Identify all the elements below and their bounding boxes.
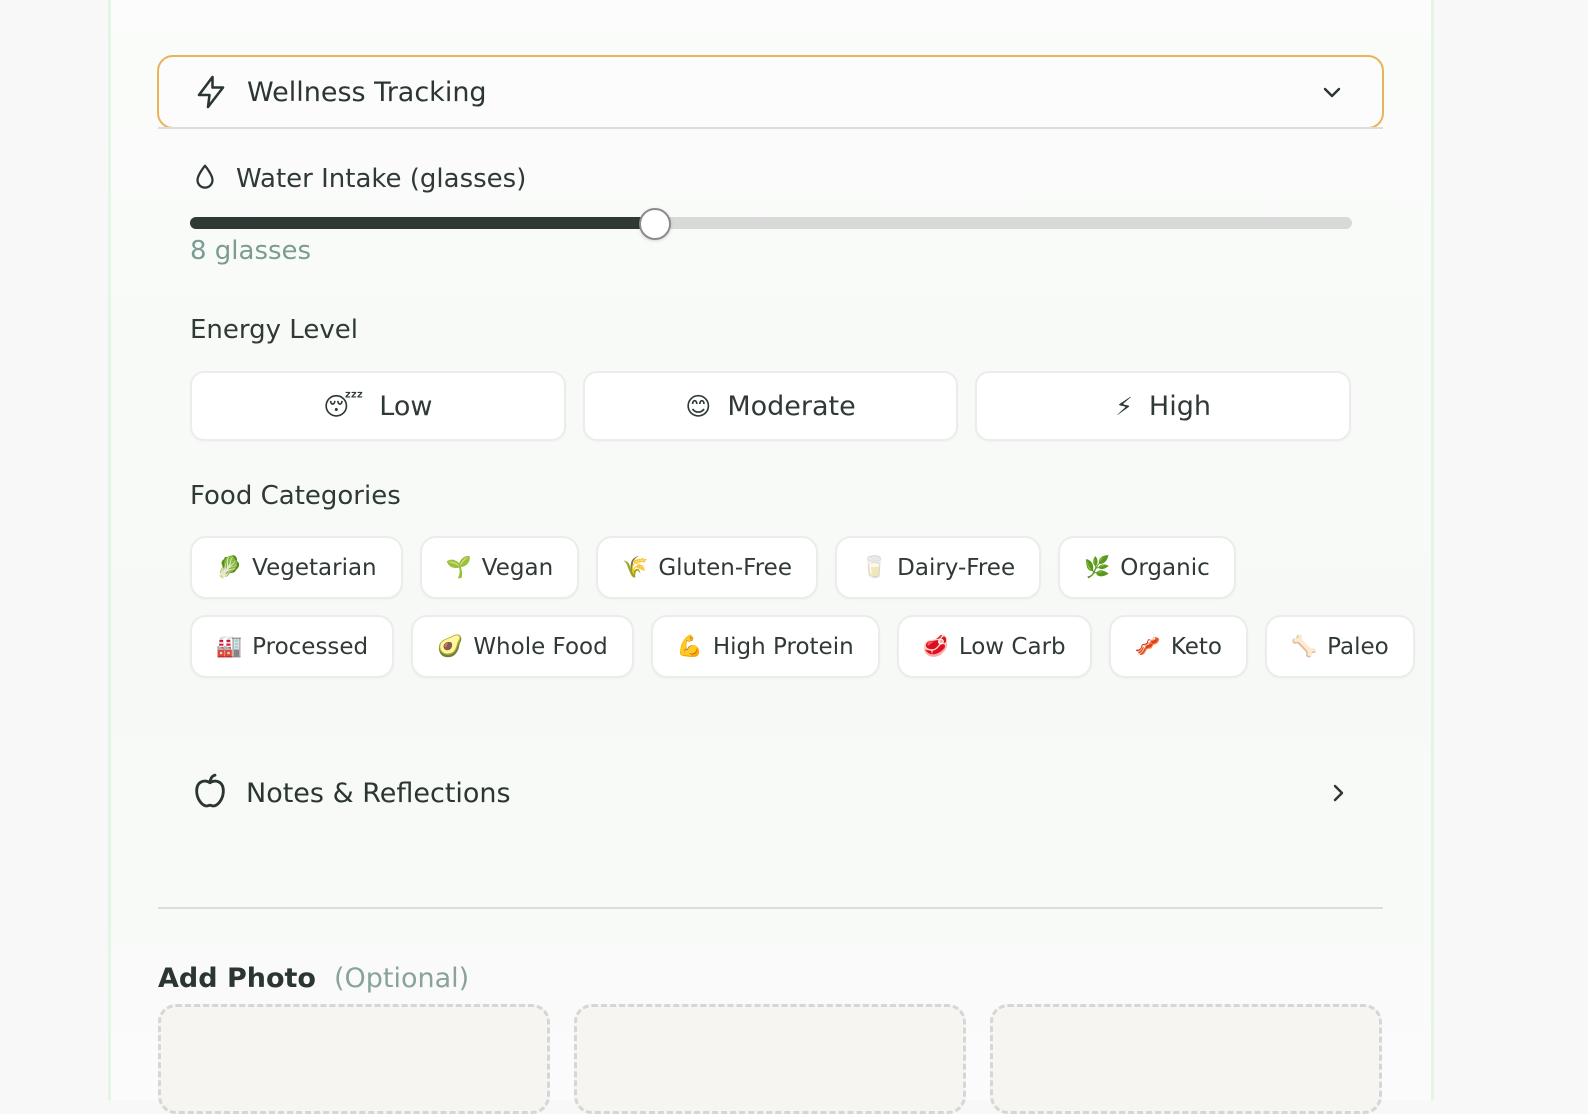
food-chips-row-2: 🏭 Processed 🥑 Whole Food 💪 High Protein …	[190, 615, 1415, 678]
chevron-right-icon[interactable]	[1324, 779, 1352, 807]
chip-label: Whole Food	[473, 633, 608, 660]
section-title: Wellness Tracking	[247, 76, 487, 108]
photo-slot-3[interactable]	[990, 1004, 1382, 1114]
lightning-icon	[191, 72, 231, 112]
milk-glass-icon: 🥛	[860, 555, 888, 579]
notes-reflections-header[interactable]: Notes & Reflections	[190, 768, 1352, 818]
energy-low-button[interactable]: 😴 Low	[190, 371, 566, 441]
chip-keto[interactable]: 🥓 Keto	[1108, 615, 1248, 678]
seedling-icon: 🌱	[445, 555, 472, 579]
food-categories-label: Food Categories	[190, 481, 401, 511]
chip-label: High Protein	[712, 633, 854, 660]
meat-icon: 🥩	[922, 634, 949, 658]
photo-slot-2[interactable]	[574, 1004, 966, 1114]
chip-label: Vegan	[481, 554, 554, 581]
chevron-down-icon[interactable]	[1318, 78, 1346, 106]
leafy-green-icon: 🥬	[216, 555, 243, 579]
chip-gluten-free[interactable]: 🌾 Gluten-Free	[596, 536, 818, 599]
water-intake-value: 8 glasses	[190, 236, 312, 266]
chip-whole-food[interactable]: 🥑 Whole Food	[411, 615, 634, 678]
sleepy-face-icon: 😴	[323, 391, 364, 421]
chip-vegetarian[interactable]: 🥬 Vegetarian	[190, 536, 403, 599]
lightning-emoji-icon: ⚡	[1115, 391, 1133, 421]
chip-label: Gluten-Free	[658, 554, 792, 581]
slider-fill	[190, 217, 655, 229]
avocado-icon: 🥑	[437, 634, 464, 658]
photo-slot-1[interactable]	[158, 1004, 550, 1114]
chip-high-protein[interactable]: 💪 High Protein	[650, 615, 880, 678]
bone-icon: 🦴	[1291, 634, 1318, 658]
smiling-face-icon: 😊	[685, 391, 712, 421]
energy-option-label: Low	[379, 390, 433, 422]
chip-label: Paleo	[1327, 633, 1389, 660]
apple-icon	[190, 771, 230, 815]
water-intake-text: Water Intake (glasses)	[236, 164, 527, 194]
chip-processed[interactable]: 🏭 Processed	[190, 615, 395, 678]
chip-label: Organic	[1120, 554, 1210, 581]
slider-thumb[interactable]	[638, 208, 671, 240]
energy-option-label: Moderate	[727, 390, 856, 422]
energy-level-options: 😴 Low 😊 Moderate ⚡ High	[190, 371, 1352, 441]
energy-option-label: High	[1148, 390, 1211, 422]
bacon-icon: 🥓	[1134, 634, 1161, 658]
optional-hint: (Optional)	[333, 963, 470, 994]
wheat-icon: 🌾	[622, 555, 649, 579]
chip-label: Keto	[1170, 633, 1222, 660]
add-photo-title: Add Photo	[158, 963, 316, 994]
food-chips-row-1: 🥬 Vegetarian 🌱 Vegan 🌾 Gluten-Free 🥛 Dai…	[190, 536, 1360, 599]
energy-level-label: Energy Level	[190, 315, 358, 345]
water-drop-icon	[190, 160, 220, 198]
chip-organic[interactable]: 🌿 Organic	[1058, 536, 1236, 599]
water-intake-slider[interactable]	[190, 208, 1352, 240]
energy-high-button[interactable]: ⚡ High	[975, 371, 1352, 441]
chip-dairy-free[interactable]: 🥛 Dairy-Free	[834, 536, 1042, 599]
energy-moderate-button[interactable]: 😊 Moderate	[582, 371, 959, 441]
chip-vegan[interactable]: 🌱 Vegan	[419, 536, 580, 599]
chip-label: Dairy-Free	[897, 554, 1016, 581]
chip-label: Vegetarian	[252, 554, 377, 581]
notes-title: Notes & Reflections	[246, 777, 511, 809]
flexed-biceps-icon: 💪	[676, 634, 703, 658]
water-intake-label: Water Intake (glasses)	[190, 160, 526, 198]
chip-label: Low Carb	[958, 633, 1066, 660]
header-underline	[158, 127, 1383, 129]
herb-icon: 🌿	[1084, 555, 1111, 579]
chip-paleo[interactable]: 🦴 Paleo	[1265, 615, 1415, 678]
add-photo-label: Add Photo (Optional)	[158, 963, 469, 994]
section-divider	[158, 907, 1383, 909]
chip-low-carb[interactable]: 🥩 Low Carb	[896, 615, 1092, 678]
factory-icon: 🏭	[216, 634, 243, 658]
chip-label: Processed	[252, 633, 369, 660]
wellness-tracking-header[interactable]: Wellness Tracking	[157, 55, 1384, 129]
